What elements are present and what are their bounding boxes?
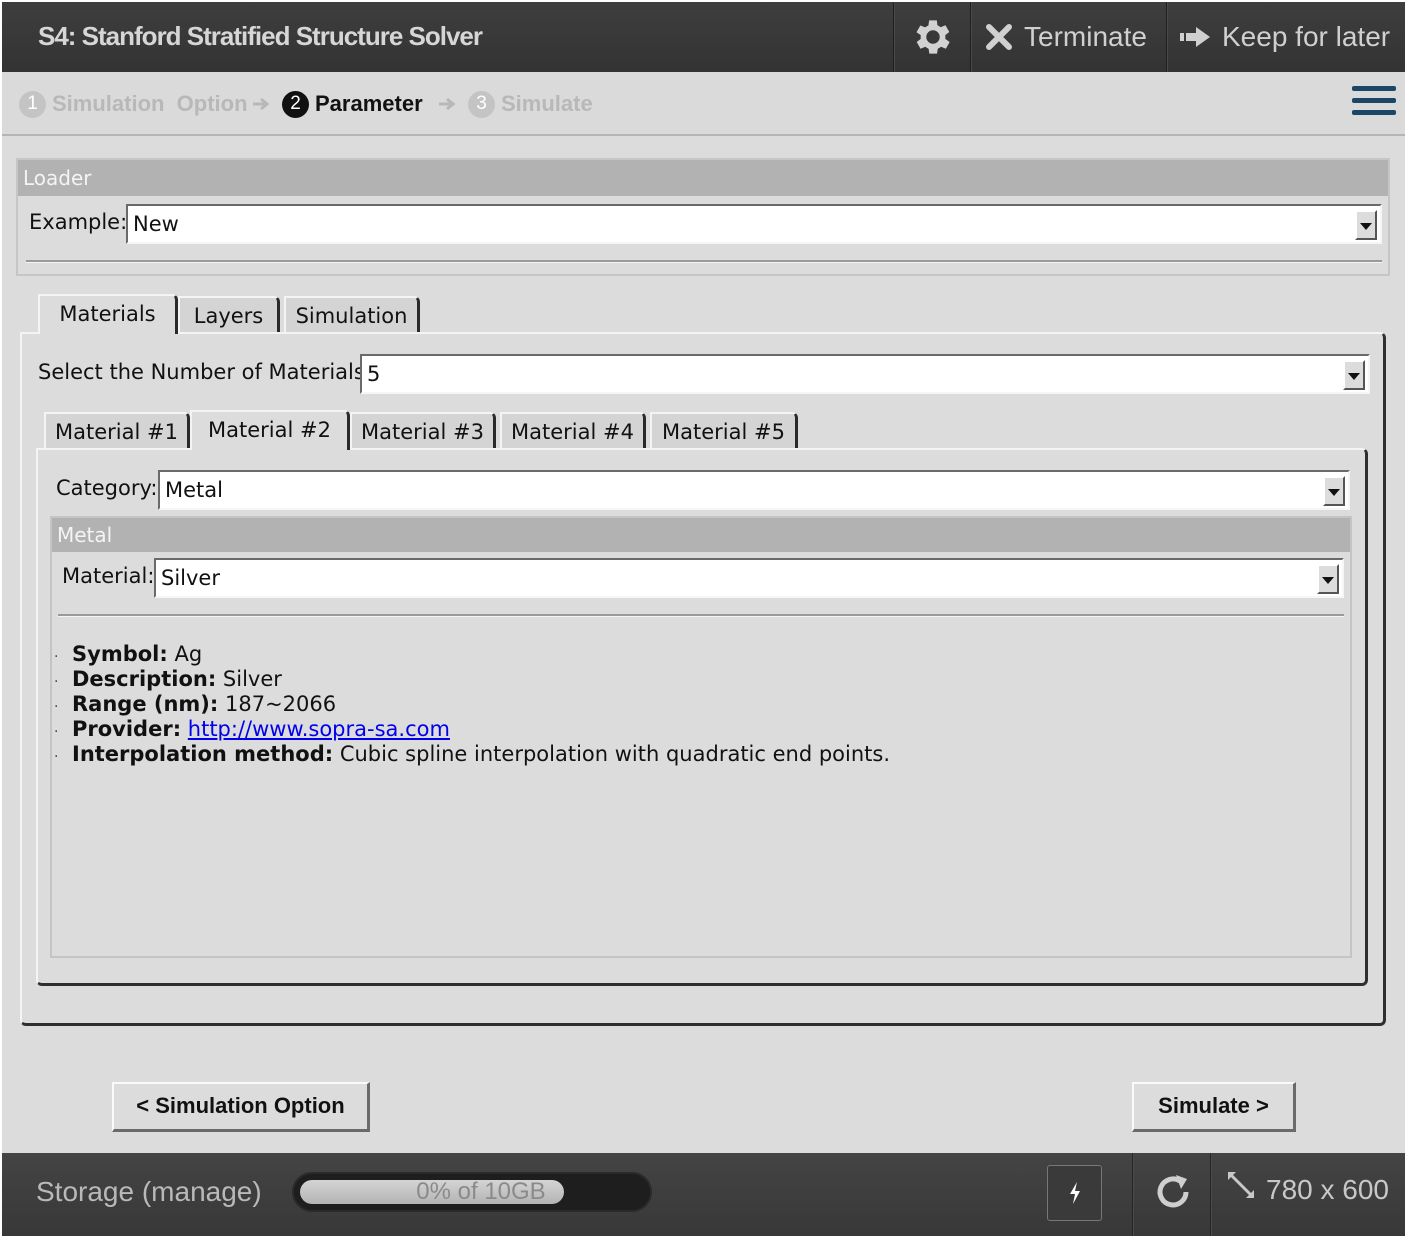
- tab-material-3[interactable]: Material #3: [350, 412, 496, 450]
- detail-provider: · Provider: http://www.sopra-sa.com: [54, 717, 450, 741]
- tab-material-1[interactable]: Material #1: [44, 412, 190, 450]
- chevron-down-icon[interactable]: [1323, 476, 1345, 506]
- close-icon: [984, 22, 1014, 52]
- loader-panel: Loader Example: New: [16, 158, 1390, 276]
- keep-for-later-label: Keep for later: [1222, 21, 1391, 52]
- bolt-button[interactable]: [1047, 1165, 1102, 1221]
- title-bar: S4: Stanford Stratified Structure Solver…: [2, 2, 1405, 72]
- detail-description: · Description: Silver: [54, 667, 282, 691]
- material-select[interactable]: Silver: [154, 558, 1344, 598]
- settings-button[interactable]: [910, 2, 966, 72]
- divider: [26, 260, 1382, 262]
- metal-group-header: Metal: [52, 518, 1350, 552]
- app-window: S4: Stanford Stratified Structure Solver…: [2, 2, 1405, 1236]
- toolbar-divider: [1166, 2, 1167, 72]
- app-title: S4: Stanford Stratified Structure Solver: [38, 21, 483, 51]
- step-label: Parameter: [315, 91, 423, 116]
- status-footer: Storage (manage) 0% of 10GB 780 x 600: [2, 1153, 1405, 1236]
- step-number: 2: [282, 90, 309, 118]
- arrow-right-icon: [1180, 25, 1212, 49]
- arrow-right-icon: [438, 90, 458, 118]
- storage-progress-bar: 0% of 10GB: [292, 1172, 652, 1212]
- tab-simulation[interactable]: Simulation: [284, 296, 420, 334]
- step-number: 1: [19, 90, 46, 118]
- bolt-icon: [1069, 1182, 1080, 1204]
- material-count-label: Select the Number of Materials:: [38, 360, 372, 384]
- example-select[interactable]: New: [126, 204, 1382, 244]
- step-label: Simulate: [501, 91, 593, 116]
- resize-button[interactable]: 780 x 600: [1224, 1153, 1389, 1227]
- chevron-down-icon[interactable]: [1317, 564, 1339, 594]
- resize-icon: [1228, 1172, 1254, 1198]
- loader-header: Loader: [18, 160, 1388, 196]
- detail-range: · Range (nm): 187~2066: [54, 692, 337, 716]
- arrow-right-icon: [252, 90, 272, 118]
- storage-manage-link[interactable]: Storage (manage): [36, 1153, 262, 1231]
- terminate-label: Terminate: [1024, 21, 1147, 52]
- provider-link[interactable]: http://www.sopra-sa.com: [188, 717, 450, 741]
- step-label: Simulation Option: [52, 91, 248, 116]
- window-size-readout: 780 x 600: [1266, 1174, 1389, 1205]
- tab-material-5[interactable]: Material #5: [650, 412, 798, 450]
- example-label: Example:: [29, 210, 128, 234]
- wizard-steps: 1 Simulation Option 2 Parameter 3 Simula…: [2, 72, 1405, 136]
- simulate-button[interactable]: Simulate >: [1132, 1082, 1296, 1132]
- back-to-simulation-option-button[interactable]: < Simulation Option: [112, 1082, 370, 1132]
- chevron-down-icon[interactable]: [1343, 360, 1365, 390]
- terminate-button[interactable]: Terminate: [984, 2, 1147, 72]
- detail-symbol: · Symbol: Ag: [54, 642, 203, 666]
- step-parameter[interactable]: 2 Parameter: [282, 90, 423, 118]
- toolbar-divider: [893, 2, 894, 72]
- material-label: Material:: [62, 564, 155, 588]
- refresh-icon[interactable]: [1152, 1171, 1194, 1213]
- step-simulation-option[interactable]: 1 Simulation Option: [19, 90, 248, 118]
- chevron-down-icon[interactable]: [1355, 210, 1377, 240]
- footer-divider: [1210, 1153, 1211, 1236]
- gear-icon: [910, 14, 956, 60]
- step-number: 3: [468, 90, 495, 118]
- tab-material-4[interactable]: Material #4: [500, 412, 646, 450]
- category-select-value: Metal: [165, 478, 223, 502]
- tab-material-2[interactable]: Material #2: [190, 410, 350, 450]
- divider: [58, 614, 1344, 616]
- tab-materials[interactable]: Materials: [38, 294, 178, 334]
- material-count-value: 5: [367, 362, 381, 386]
- example-select-value: New: [133, 212, 179, 236]
- tab-layers[interactable]: Layers: [178, 296, 280, 334]
- hamburger-icon[interactable]: [1352, 82, 1396, 126]
- toolbar-divider: [970, 2, 971, 72]
- material-count-select[interactable]: 5: [360, 354, 1370, 394]
- footer-divider: [1132, 1153, 1133, 1236]
- detail-interpolation: · Interpolation method: Cubic spline inte…: [54, 742, 891, 766]
- category-select[interactable]: Metal: [158, 470, 1350, 510]
- storage-progress-text: 0% of 10GB: [416, 1178, 546, 1205]
- keep-for-later-button[interactable]: Keep for later: [1180, 2, 1390, 72]
- step-simulate[interactable]: 3 Simulate: [468, 90, 593, 118]
- category-label: Category:: [56, 476, 158, 500]
- material-details: · Symbol: Ag · Description: Silver · Range …: [54, 642, 890, 767]
- material-select-value: Silver: [161, 566, 220, 590]
